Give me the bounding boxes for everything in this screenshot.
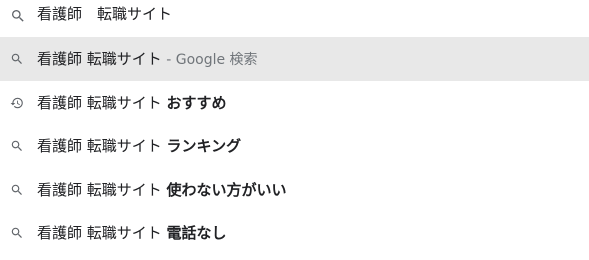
- search-icon: [10, 139, 24, 153]
- suggestion-text: 看護師 転職サイト ランキング: [37, 135, 241, 156]
- suggestion-text: 看護師 転職サイト 電話なし: [37, 222, 227, 243]
- suggestion-text: 看護師 転職サイト - Google 検索: [37, 48, 258, 69]
- suggestion-suffix: 電話なし: [166, 224, 227, 243]
- suggestion-query: 看護師 転職サイト: [37, 93, 167, 112]
- suggestion-item[interactable]: 看護師 転職サイト ランキング: [0, 124, 589, 168]
- suggestion-suffix: 使わない方がいい: [166, 180, 287, 199]
- suggestion-query: 看護師 転職サイト: [37, 50, 162, 69]
- suggestion-query: 看護師 転職サイト: [37, 224, 167, 243]
- suggestion-item[interactable]: 看護師 転職サイト - Google 検索: [0, 37, 589, 81]
- suggestion-hint: - Google 検索: [161, 52, 258, 69]
- search-icon: [10, 183, 24, 197]
- suggestion-text: 看護師 転職サイト おすすめ: [37, 92, 227, 113]
- suggestion-query: 看護師 転職サイト: [37, 180, 167, 199]
- suggestion-query: 看護師 転職サイト: [37, 137, 167, 156]
- suggestion-text: 看護師 転職サイト 使わない方がいい: [37, 179, 287, 200]
- search-icon: [10, 8, 26, 24]
- search-input[interactable]: [37, 0, 577, 26]
- suggestion-item[interactable]: 看護師 転職サイト 使わない方がいい: [0, 168, 589, 212]
- history-icon: [10, 96, 24, 110]
- suggestion-item[interactable]: 看護師 転職サイト おすすめ: [0, 81, 589, 125]
- suggestion-suffix: ランキング: [166, 137, 242, 156]
- search-icon: [10, 52, 24, 66]
- suggestion-suffix: おすすめ: [166, 93, 227, 112]
- suggestion-list: 看護師 転職サイト - Google 検索 看護師 転職サイト おすすめ 看護師…: [0, 37, 589, 255]
- suggestion-item[interactable]: 看護師 転職サイト 電話なし: [0, 211, 589, 255]
- search-icon: [10, 226, 24, 240]
- search-bar: [0, 0, 589, 35]
